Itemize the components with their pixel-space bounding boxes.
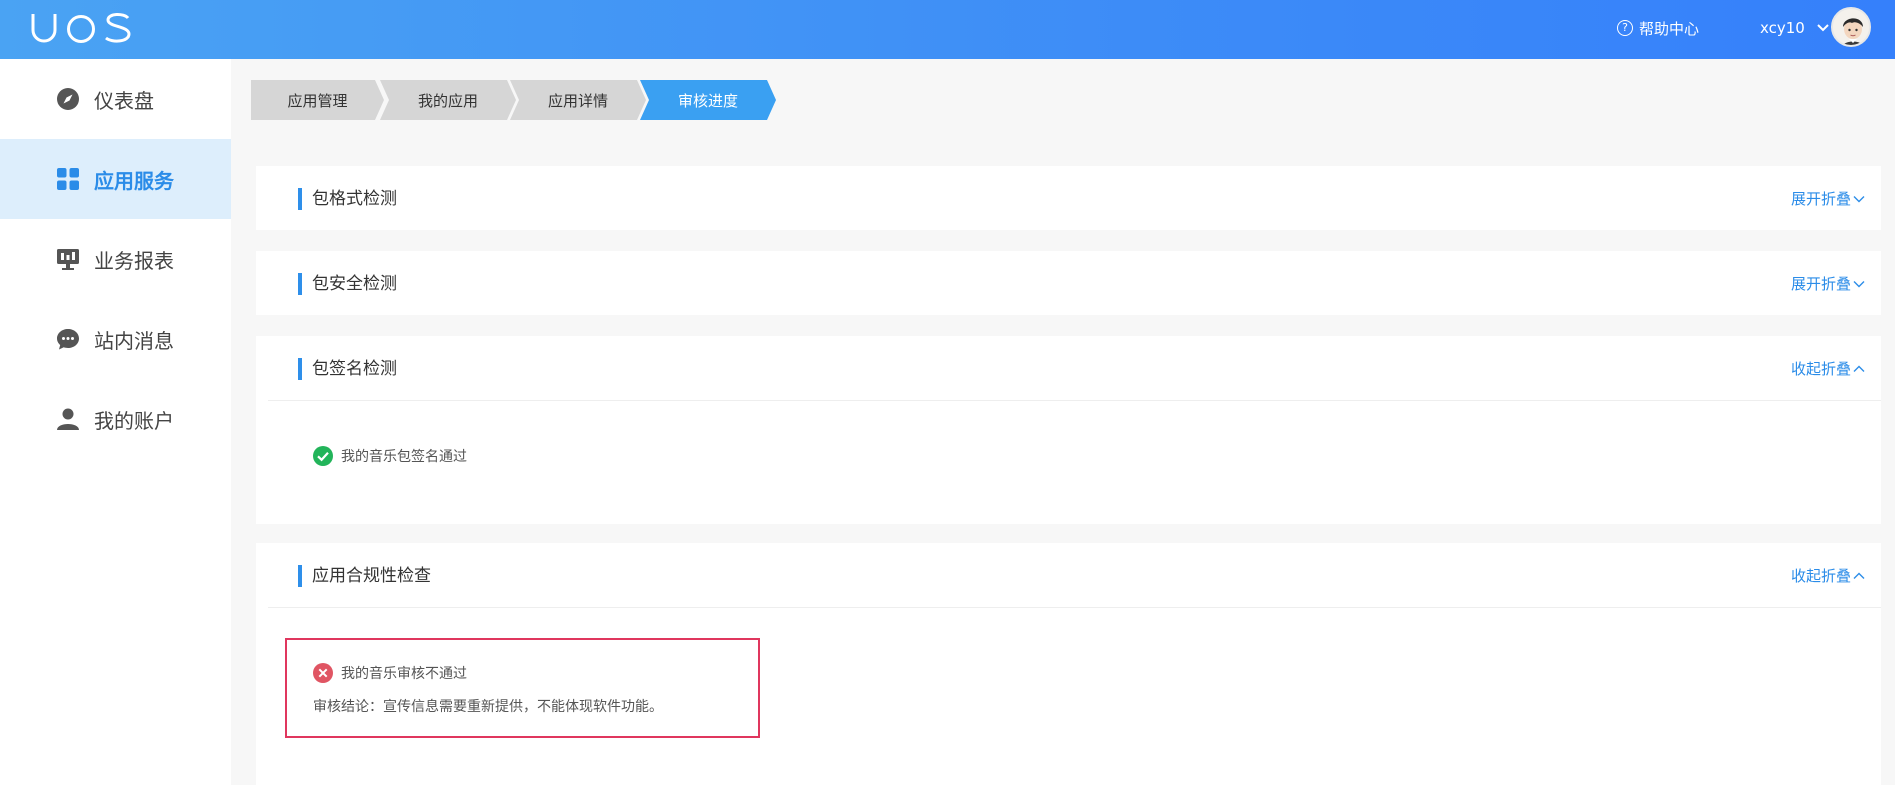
result-text: 我的音乐包签名通过 [341, 449, 467, 465]
sidebar-item-label: 仪表盘 [94, 88, 154, 113]
breadcrumb-label: 应用详情 [547, 91, 608, 110]
section-header: 包安全检测 展开折叠 [256, 251, 1881, 315]
sidebar-item-account[interactable]: 我的账户 [0, 379, 231, 459]
expand-toggle[interactable]: 展开折叠 [1791, 188, 1865, 210]
avatar-face-icon [1833, 9, 1869, 45]
section-package-security: 包安全检测 展开折叠 [256, 251, 1881, 315]
sidebar-item-dashboard[interactable]: 仪表盘 [0, 59, 231, 139]
help-label: 帮助中心 [1639, 19, 1700, 38]
compass-icon [57, 88, 79, 110]
sidebar-item-app-services[interactable]: 应用服务 [0, 139, 231, 219]
section-header: 包格式检测 展开折叠 [256, 166, 1881, 230]
failure-highlight-box [285, 638, 760, 738]
toggle-label: 展开折叠 [1790, 190, 1851, 208]
avatar[interactable] [1831, 7, 1871, 47]
breadcrumb-review-progress[interactable]: 审核进度 [640, 80, 776, 120]
collapse-toggle[interactable]: 收起折叠 [1791, 565, 1865, 587]
sidebar-item-label: 站内消息 [94, 328, 174, 353]
section-compliance-check: 应用合规性检查 收起折叠 我的音乐审核不通过 审核结论：宣传信息需要重新提供，不… [256, 543, 1881, 785]
collapse-toggle[interactable]: 收起折叠 [1791, 358, 1865, 380]
username: xcy10 [1760, 19, 1805, 37]
toggle-label: 收起折叠 [1790, 567, 1851, 585]
breadcrumb-my-apps[interactable]: 我的应用 [380, 80, 516, 120]
expand-toggle[interactable]: 展开折叠 [1791, 273, 1865, 295]
sidebar-item-label: 业务报表 [94, 248, 174, 273]
result-text: 我的音乐审核不通过 [341, 666, 467, 682]
section-title: 包安全检测 [312, 274, 397, 294]
chevron-up-icon [1853, 572, 1865, 579]
signature-result: 我的音乐包签名通过 [313, 446, 467, 466]
compliance-result: 我的音乐审核不通过 [313, 663, 467, 683]
sidebar: 仪表盘 应用服务 业务报表 站内消息 我的账户 [0, 59, 231, 785]
user-icon [57, 408, 79, 430]
toggle-label: 展开折叠 [1790, 275, 1851, 293]
help-center-link[interactable]: ? 帮助中心 [1617, 17, 1699, 39]
section-accent-bar [298, 358, 302, 380]
breadcrumb-label: 我的应用 [417, 91, 478, 110]
section-accent-bar [298, 273, 302, 295]
chat-icon [57, 329, 79, 350]
error-circle-icon [313, 663, 333, 683]
section-title: 应用合规性检查 [312, 566, 431, 586]
report-icon [57, 249, 79, 270]
section-package-signature: 包签名检测 收起折叠 我的音乐包签名通过 [256, 336, 1881, 524]
section-title: 包格式检测 [312, 189, 397, 209]
sidebar-item-label: 我的账户 [94, 408, 174, 433]
sidebar-item-reports[interactable]: 业务报表 [0, 219, 231, 299]
review-conclusion: 审核结论：宣传信息需要重新提供，不能体现软件功能。 [313, 699, 663, 715]
sidebar-item-messages[interactable]: 站内消息 [0, 299, 231, 379]
chevron-up-icon [1853, 365, 1865, 372]
section-package-format: 包格式检测 展开折叠 [256, 166, 1881, 230]
grid-icon [57, 168, 79, 190]
chevron-down-icon [1853, 196, 1865, 203]
section-divider [268, 400, 1881, 401]
section-divider [268, 607, 1881, 608]
sidebar-item-label: 应用服务 [94, 168, 174, 193]
breadcrumb-label: 审核进度 [677, 91, 738, 110]
user-menu[interactable]: xcy10 [1760, 15, 1831, 41]
chevron-down-icon [1853, 281, 1865, 288]
breadcrumb-label: 应用管理 [287, 91, 348, 110]
help-icon: ? [1617, 20, 1633, 36]
uos-logo[interactable] [30, 10, 134, 44]
breadcrumb-app-details[interactable]: 应用详情 [510, 80, 646, 120]
section-header: 包签名检测 收起折叠 [256, 336, 1881, 400]
chevron-down-icon [1817, 24, 1829, 32]
check-circle-icon [313, 446, 333, 466]
section-accent-bar [298, 565, 302, 587]
section-header: 应用合规性检查 收起折叠 [256, 543, 1881, 607]
toggle-label: 收起折叠 [1790, 360, 1851, 378]
section-title: 包签名检测 [312, 359, 397, 379]
section-accent-bar [298, 188, 302, 210]
top-bar: ? 帮助中心 xcy10 [0, 0, 1895, 59]
breadcrumb-app-management[interactable]: 应用管理 [251, 80, 384, 120]
